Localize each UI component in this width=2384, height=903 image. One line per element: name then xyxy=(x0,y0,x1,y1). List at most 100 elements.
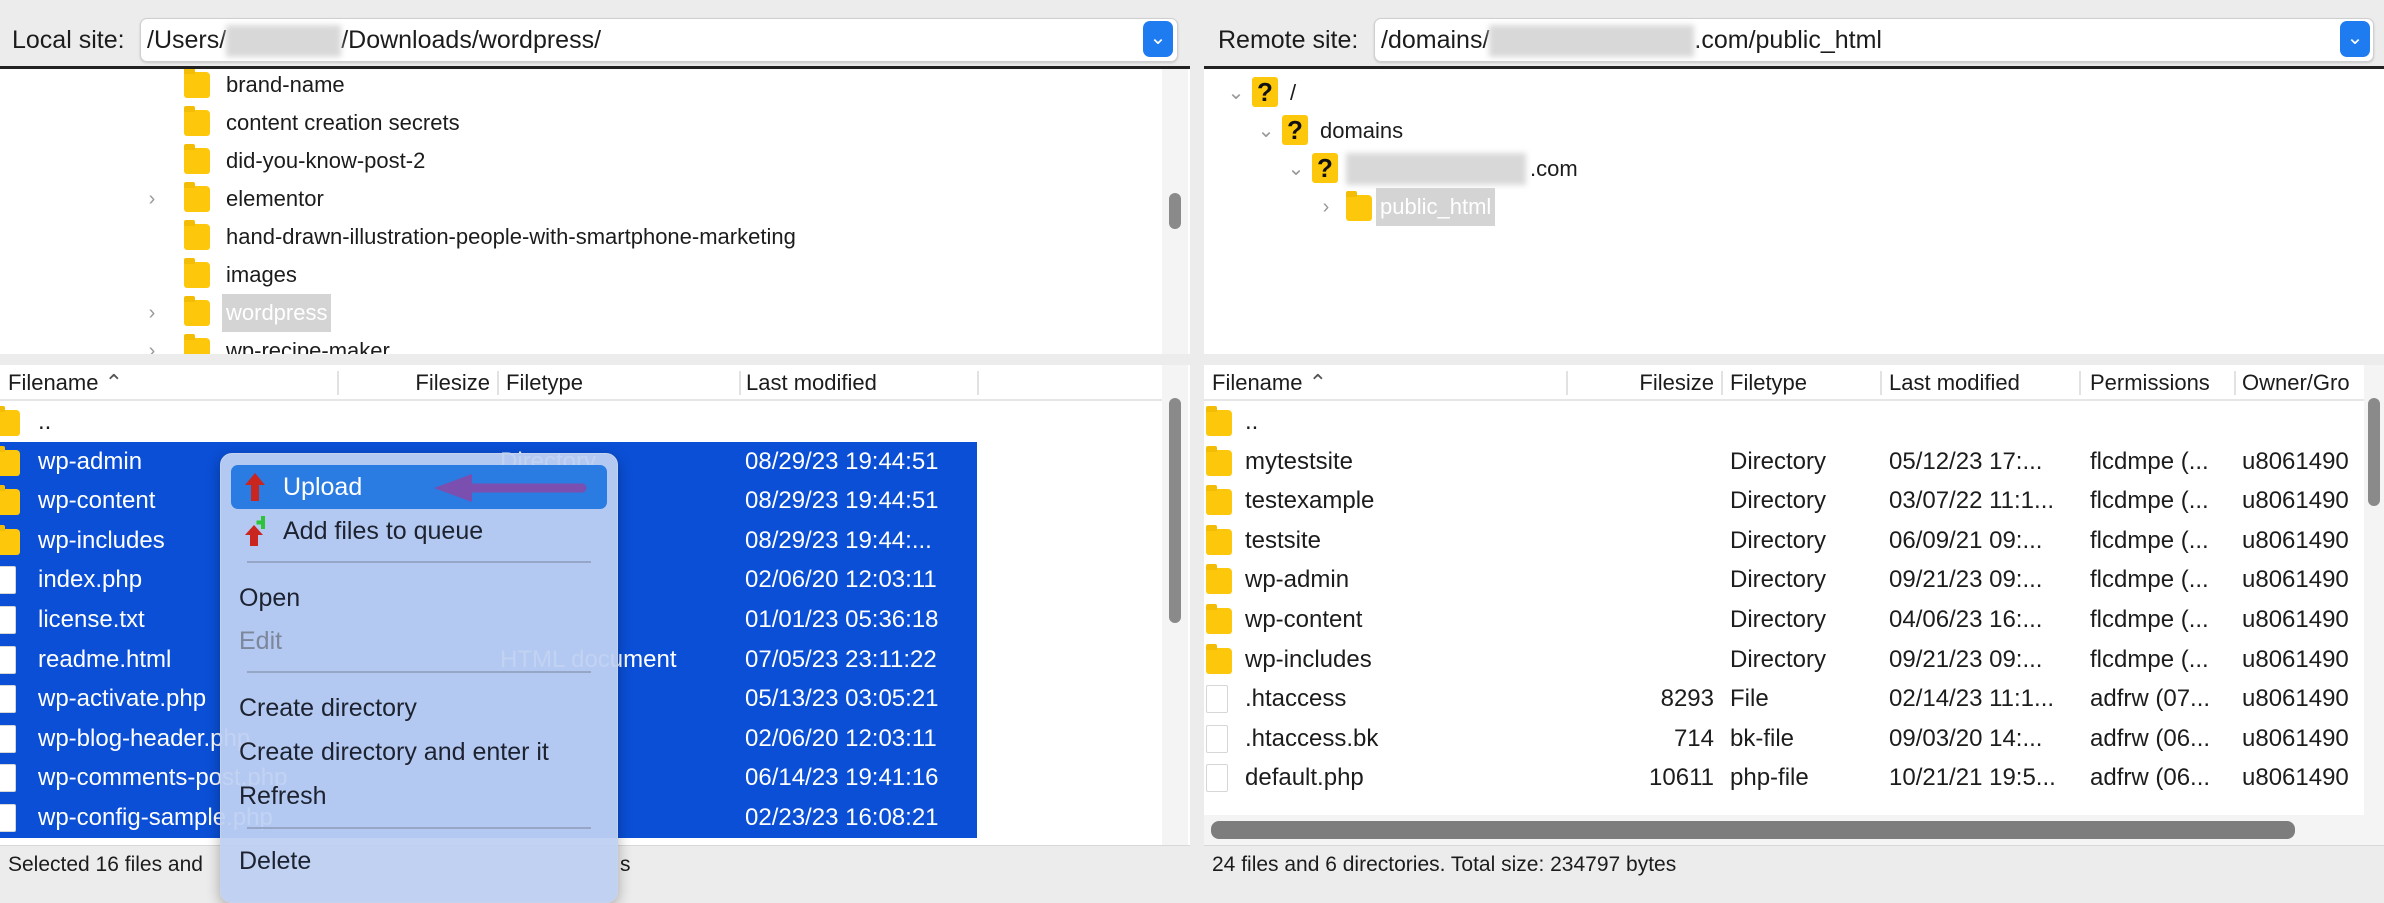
tree-item[interactable]: hand-drawn-illustration-people-with-smar… xyxy=(0,218,1150,256)
file-row[interactable]: testexample Directory 03/07/22 11:1... flcd… xyxy=(1204,481,2364,521)
folder-icon xyxy=(184,220,210,250)
list-scrollbar[interactable] xyxy=(1162,365,1188,845)
tree-item[interactable]: › wordpress xyxy=(0,294,1150,332)
scrollbar-thumb[interactable] xyxy=(2368,398,2380,506)
column-filesize[interactable]: Filesize xyxy=(340,365,490,401)
tree-item[interactable]: ⌄? .com xyxy=(1204,150,2304,188)
file-size: 10611 xyxy=(1649,764,1714,792)
list-scrollbar[interactable] xyxy=(2364,365,2384,845)
tree-item-label: / xyxy=(1290,80,1297,105)
file-permissions: adfrw (07... xyxy=(2090,685,2211,713)
menu-item-refresh[interactable]: Refresh xyxy=(231,774,607,818)
file-row[interactable]: default.php 10611 php-file 10/21/21 19:5...… xyxy=(1204,758,2364,798)
scrollbar-thumb[interactable] xyxy=(1169,193,1181,229)
chevron-down-icon[interactable]: ⌄ xyxy=(1256,112,1276,150)
file-row[interactable]: .. xyxy=(1204,402,2364,442)
column-divider[interactable] xyxy=(977,371,979,395)
file-name: .. xyxy=(38,408,52,435)
status-text: Selected 16 files and xyxy=(8,853,203,876)
menu-item-create-directory-and-enter-it[interactable]: Create directory and enter it xyxy=(231,730,607,774)
menu-item-add-files-to-queue[interactable]: Add files to queue xyxy=(231,509,607,553)
local-site-path-input[interactable]: /Users/ /Downloads/wordpress/ xyxy=(140,18,1178,62)
file-row[interactable]: wp-includes Directory 09/21/23 09:... flcdm… xyxy=(1204,640,2364,680)
tree-item-label: did-you-know-post-2 xyxy=(226,148,426,173)
chevron-right-icon[interactable]: › xyxy=(142,294,162,332)
tree-item[interactable]: did-you-know-post-2 xyxy=(0,142,1150,180)
chevron-right-icon[interactable]: › xyxy=(142,332,162,354)
chevron-down-icon[interactable]: ⌄ xyxy=(1286,150,1306,188)
tree-item-label: images xyxy=(226,262,297,287)
scrollbar-thumb[interactable] xyxy=(1211,821,2295,839)
remote-path-dropdown-button[interactable]: ⌄ xyxy=(2340,21,2370,57)
tree-item[interactable]: › public_html xyxy=(1204,188,2304,226)
file-type: bk-file xyxy=(1730,724,1795,752)
local-path-dropdown-button[interactable]: ⌄ xyxy=(1143,21,1173,57)
chevron-down-icon[interactable]: ⌄ xyxy=(1226,74,1246,112)
path-suffix: .com/public_html xyxy=(1694,26,1882,54)
file-owner: u8061490 xyxy=(2242,606,2349,633)
column-filetype[interactable]: Filetype xyxy=(506,365,583,401)
remote-file-list[interactable]: Filename ⌃ Filesize Filetype Last modifi… xyxy=(1204,365,2384,845)
menu-item-label: Refresh xyxy=(239,782,327,810)
menu-item-open[interactable]: Open xyxy=(231,576,607,620)
tree-item[interactable]: › elementor xyxy=(0,180,1150,218)
column-last-modified[interactable]: Last modified xyxy=(1889,365,2020,401)
tree-item[interactable]: brand-name xyxy=(0,69,1150,104)
column-divider[interactable] xyxy=(497,371,499,395)
file-row[interactable]: wp-content Directory 04/06/23 16:... flcdmp… xyxy=(1204,600,2364,640)
folder-icon xyxy=(1206,604,1232,634)
file-owner: u8061490 xyxy=(2242,685,2349,713)
file-row[interactable]: testsite Directory 06/09/21 09:... flcdmpe … xyxy=(1204,521,2364,561)
tree-item-label: brand-name xyxy=(226,72,345,97)
column-filetype[interactable]: Filetype xyxy=(1730,365,1807,401)
file-row[interactable]: .htaccess 8293 File 02/14/23 11:1... adfrw (… xyxy=(1204,679,2364,719)
column-last-modified[interactable]: Last modified xyxy=(746,365,877,401)
menu-item-label: Upload xyxy=(283,473,363,501)
horizontal-scrollbar[interactable] xyxy=(1204,815,2364,845)
tree-item[interactable]: ⌄? domains xyxy=(1204,112,2304,150)
menu-item-edit[interactable]: Edit xyxy=(231,619,607,663)
column-divider[interactable] xyxy=(739,371,741,395)
menu-item-create-directory[interactable]: Create directory xyxy=(231,686,607,730)
file-name: wp-includes xyxy=(1245,645,1372,673)
tree-item[interactable]: ⌄? / xyxy=(1204,74,2304,112)
tree-item[interactable]: images xyxy=(0,256,1150,294)
column-owner-group[interactable]: Owner/Gro xyxy=(2242,365,2364,401)
file-modified: 08/29/23 19:44:51 xyxy=(745,447,939,475)
column-divider[interactable] xyxy=(1721,371,1723,395)
file-owner: u8061490 xyxy=(2242,487,2349,515)
file-row[interactable]: .. xyxy=(0,402,977,442)
column-label: Filename xyxy=(1212,370,1303,395)
file-owner: u8061490 xyxy=(2242,447,2349,475)
tree-scrollbar[interactable] xyxy=(1162,69,1188,354)
file-row[interactable]: mytestsite Directory 05/12/23 17:... flcdmp… xyxy=(1204,442,2364,482)
column-divider[interactable] xyxy=(337,371,339,395)
folder-icon xyxy=(184,334,210,354)
file-row[interactable]: .htaccess.bk 714 bk-file 09/03/20 14:... adf… xyxy=(1204,719,2364,759)
file-type: File xyxy=(1730,685,1769,713)
column-divider[interactable] xyxy=(1880,371,1882,395)
tree-item-label: hand-drawn-illustration-people-with-smar… xyxy=(226,224,796,249)
remote-site-path-input[interactable]: /domains/ .com/public_html xyxy=(1374,18,2374,62)
column-divider[interactable] xyxy=(2234,371,2236,395)
file-icon xyxy=(0,764,16,793)
scrollbar-thumb[interactable] xyxy=(1169,398,1181,623)
tree-item[interactable]: › wp-recipe-maker xyxy=(0,332,1150,354)
column-divider[interactable] xyxy=(2079,371,2081,395)
local-directory-tree[interactable]: brand-name content creation secrets did-yo… xyxy=(0,69,1190,354)
file-icon xyxy=(0,606,16,634)
remote-directory-tree[interactable]: ⌄? / ⌄? domains ⌄? .com › public_html xyxy=(1204,69,2384,354)
folder-icon xyxy=(0,445,20,476)
tree-item[interactable]: content creation secrets xyxy=(0,104,1150,142)
folder-icon xyxy=(184,182,210,212)
column-filesize[interactable]: Filesize xyxy=(1574,365,1714,401)
chevron-right-icon[interactable]: › xyxy=(142,180,162,218)
column-filename[interactable]: Filename ⌃ xyxy=(8,365,123,401)
file-modified: 03/07/22 11:1... xyxy=(1889,487,2055,515)
menu-item-delete[interactable]: Delete xyxy=(231,839,607,883)
column-permissions[interactable]: Permissions xyxy=(2090,365,2210,401)
column-filename[interactable]: Filename ⌃ xyxy=(1212,365,1327,401)
column-divider[interactable] xyxy=(1566,371,1568,395)
chevron-right-icon[interactable]: › xyxy=(1316,188,1336,226)
file-row[interactable]: wp-admin Directory 09/21/23 09:... flcdmpe … xyxy=(1204,560,2364,600)
